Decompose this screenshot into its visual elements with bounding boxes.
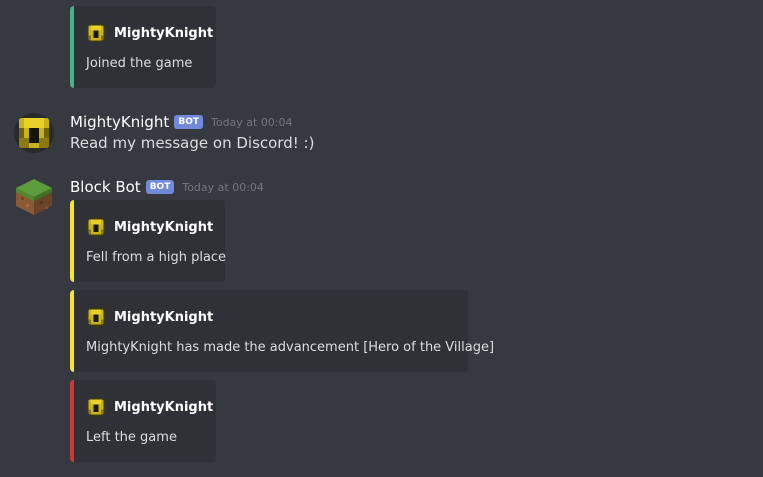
username[interactable]: Block Bot bbox=[70, 178, 141, 196]
embed-author: MightyKnight bbox=[86, 21, 213, 45]
avatar[interactable] bbox=[14, 113, 54, 153]
timestamp[interactable]: Today at 00:04 bbox=[211, 116, 293, 129]
message-content: Read my message on Discord! :) bbox=[70, 134, 315, 152]
embed-description: MightyKnight has made the advancement [H… bbox=[86, 340, 495, 355]
grass-block-icon bbox=[16, 179, 52, 215]
minecraft-head-icon bbox=[86, 23, 106, 43]
avatar[interactable] bbox=[14, 177, 54, 217]
timestamp[interactable]: Today at 00:04 bbox=[182, 181, 264, 194]
chat-messages: MightyKnight Joined the game MightyKnigh… bbox=[0, 0, 763, 477]
embed-author: MightyKnight bbox=[86, 215, 213, 239]
embed-author-name[interactable]: MightyKnight bbox=[114, 220, 213, 235]
message-header: Block Bot BOT Today at 00:04 bbox=[70, 177, 264, 197]
minecraft-head-icon bbox=[86, 397, 106, 417]
minecraft-head-icon bbox=[86, 307, 106, 327]
bot-tag: BOT bbox=[174, 115, 203, 129]
embed-description: Joined the game bbox=[86, 56, 193, 71]
embed-author: MightyKnight bbox=[86, 305, 213, 329]
embed-death: MightyKnight Fell from a high place bbox=[70, 200, 227, 282]
minecraft-head-icon bbox=[86, 217, 106, 237]
minecraft-head-icon bbox=[14, 113, 54, 153]
bot-tag: BOT bbox=[145, 180, 175, 194]
embed-advancement: MightyKnight MightyKnight has made the a… bbox=[70, 290, 494, 372]
embed-author-name[interactable]: MightyKnight bbox=[114, 26, 213, 41]
embed-joined: MightyKnight Joined the game bbox=[70, 6, 216, 88]
embed-author: MightyKnight bbox=[86, 395, 213, 419]
embed-author-name[interactable]: MightyKnight bbox=[114, 310, 213, 325]
username[interactable]: MightyKnight bbox=[70, 113, 169, 131]
embed-author-name[interactable]: MightyKnight bbox=[114, 400, 213, 415]
embed-description: Left the game bbox=[86, 430, 177, 445]
message-header: MightyKnight BOT Today at 00:04 bbox=[70, 112, 293, 132]
embed-description: Fell from a high place bbox=[86, 250, 227, 265]
embed-leave: MightyKnight Left the game bbox=[70, 380, 216, 462]
